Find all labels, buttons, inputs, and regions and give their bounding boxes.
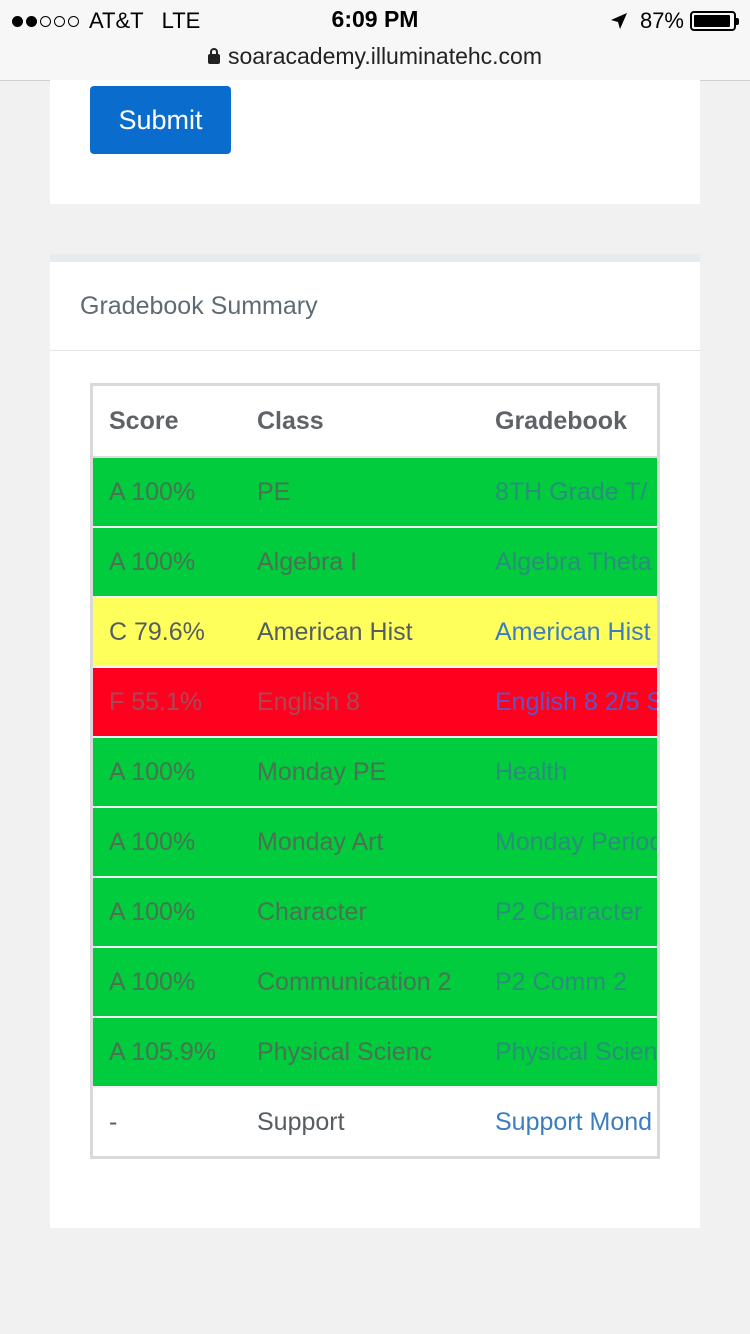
gradebook-link[interactable]: 8TH Grade T/ bbox=[495, 478, 647, 506]
gradebook-link[interactable]: English 8 2/5 S bbox=[495, 688, 657, 716]
class-cell: Monday Art bbox=[241, 806, 479, 877]
gradebook-cell: Monday Period bbox=[479, 806, 657, 877]
gradebook-link[interactable]: P2 Comm 2 bbox=[495, 968, 627, 996]
score-cell: - bbox=[93, 1086, 241, 1156]
score-cell: A 100% bbox=[93, 456, 241, 527]
gradebook-cell: P2 Character bbox=[479, 876, 657, 947]
gradebook-cell: Health bbox=[479, 736, 657, 807]
gradebook-cell: P2 Comm 2 bbox=[479, 946, 657, 1017]
gradebook-link[interactable]: P2 Character bbox=[495, 898, 642, 926]
battery-percent: 87% bbox=[639, 8, 684, 33]
gradebook-link[interactable]: Health bbox=[495, 758, 567, 786]
gradebook-table: Score Class Gradebook A 100% PE 8TH Grade … bbox=[93, 386, 657, 1156]
gradebook-cell: Physical Scien bbox=[479, 1016, 657, 1087]
gradebook-cell: English 8 2/5 S bbox=[479, 666, 657, 737]
table-row: A 100% Monday PE Health bbox=[93, 736, 657, 807]
score-cell: A 100% bbox=[93, 736, 241, 807]
class-cell: English 8 bbox=[241, 666, 479, 737]
score-cell: A 100% bbox=[93, 806, 241, 877]
lock-icon bbox=[207, 48, 220, 64]
table-header-row: Score Class Gradebook bbox=[93, 386, 657, 458]
submit-button[interactable]: Submit bbox=[90, 86, 231, 154]
score-cell: C 79.6% bbox=[93, 596, 241, 667]
table-row: A 100% Character P2 Character bbox=[93, 876, 657, 947]
score-cell: A 100% bbox=[93, 526, 241, 597]
table-row: A 100% Algebra I Algebra Theta bbox=[93, 526, 657, 597]
gradebook-cell: Algebra Theta bbox=[479, 526, 657, 597]
gradebook-link[interactable]: Support Mond bbox=[495, 1108, 652, 1136]
location-arrow-icon bbox=[610, 13, 627, 29]
table-row: A 100% Monday Art Monday Period bbox=[93, 806, 657, 877]
ios-status-bar: AT&T LTE 6:09 PM 87% soaracademy.illumin… bbox=[0, 0, 750, 81]
score-cell: F 55.1% bbox=[93, 666, 241, 737]
gradebook-link[interactable]: American Hist bbox=[495, 618, 651, 646]
url-text: soaracademy.illuminatehc.com bbox=[227, 42, 543, 69]
score-cell: A 100% bbox=[93, 876, 241, 947]
status-right: 87% bbox=[610, 8, 739, 34]
gradebook-cell: Support Mond bbox=[479, 1086, 657, 1156]
class-cell: Character bbox=[241, 876, 479, 947]
gradebook-link[interactable]: Monday Period bbox=[495, 828, 657, 856]
table-row: A 100% Communication 2 P2 Comm 2 bbox=[93, 946, 657, 1017]
card-title: Gradebook Summary bbox=[50, 262, 700, 351]
class-cell: Monday PE bbox=[241, 736, 479, 807]
gradebook-cell: American Hist bbox=[479, 596, 657, 667]
class-cell: Algebra I bbox=[241, 526, 479, 597]
table-row: C 79.6% American Hist American Hist bbox=[93, 596, 657, 667]
gradebook-summary-card: Gradebook Summary Score Class Gradebook … bbox=[50, 254, 700, 1228]
address-bar[interactable]: soaracademy.illuminatehc.com bbox=[0, 40, 750, 72]
table-row: - Support Support Mond bbox=[93, 1086, 657, 1156]
score-cell: A 100% bbox=[93, 946, 241, 1017]
class-cell: Communication 2 bbox=[241, 946, 479, 1017]
class-cell: Physical Scienc bbox=[241, 1016, 479, 1087]
battery-icon bbox=[690, 11, 739, 31]
column-header-gradebook[interactable]: Gradebook bbox=[479, 386, 657, 458]
score-cell: A 105.9% bbox=[93, 1016, 241, 1087]
gradebook-cell: 8TH Grade T/ bbox=[479, 456, 657, 527]
gradebook-link[interactable]: Physical Scien bbox=[495, 1038, 657, 1066]
class-cell: Support bbox=[241, 1086, 479, 1156]
table-row: A 105.9% Physical Scienc Physical Scien bbox=[93, 1016, 657, 1087]
class-cell: PE bbox=[241, 456, 479, 527]
class-cell: American Hist bbox=[241, 596, 479, 667]
table-row: F 55.1% English 8 English 8 2/5 S bbox=[93, 666, 657, 737]
form-card: Submit bbox=[50, 80, 700, 204]
gradebook-link[interactable]: Algebra Theta bbox=[495, 548, 652, 576]
column-header-score[interactable]: Score bbox=[93, 386, 241, 458]
column-header-class[interactable]: Class bbox=[241, 386, 479, 458]
table-row: A 100% PE 8TH Grade T/ bbox=[93, 456, 657, 527]
gradebook-table-container[interactable]: Score Class Gradebook A 100% PE 8TH Grade … bbox=[90, 383, 660, 1159]
